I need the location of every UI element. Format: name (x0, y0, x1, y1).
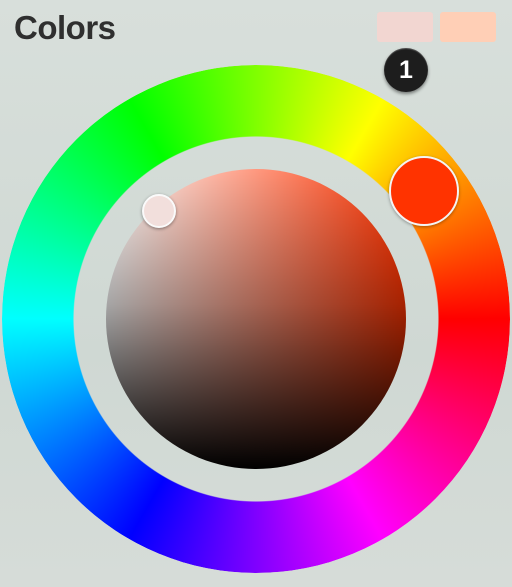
secondary-color-swatch[interactable] (440, 12, 496, 42)
step-badge: 1 (384, 48, 428, 92)
colors-panel: Colors 1 (0, 0, 512, 587)
hue-selector-handle[interactable] (389, 156, 459, 226)
color-selector-handle[interactable] (142, 194, 176, 228)
panel-title: Colors (14, 9, 116, 46)
primary-color-swatch[interactable] (377, 12, 433, 42)
